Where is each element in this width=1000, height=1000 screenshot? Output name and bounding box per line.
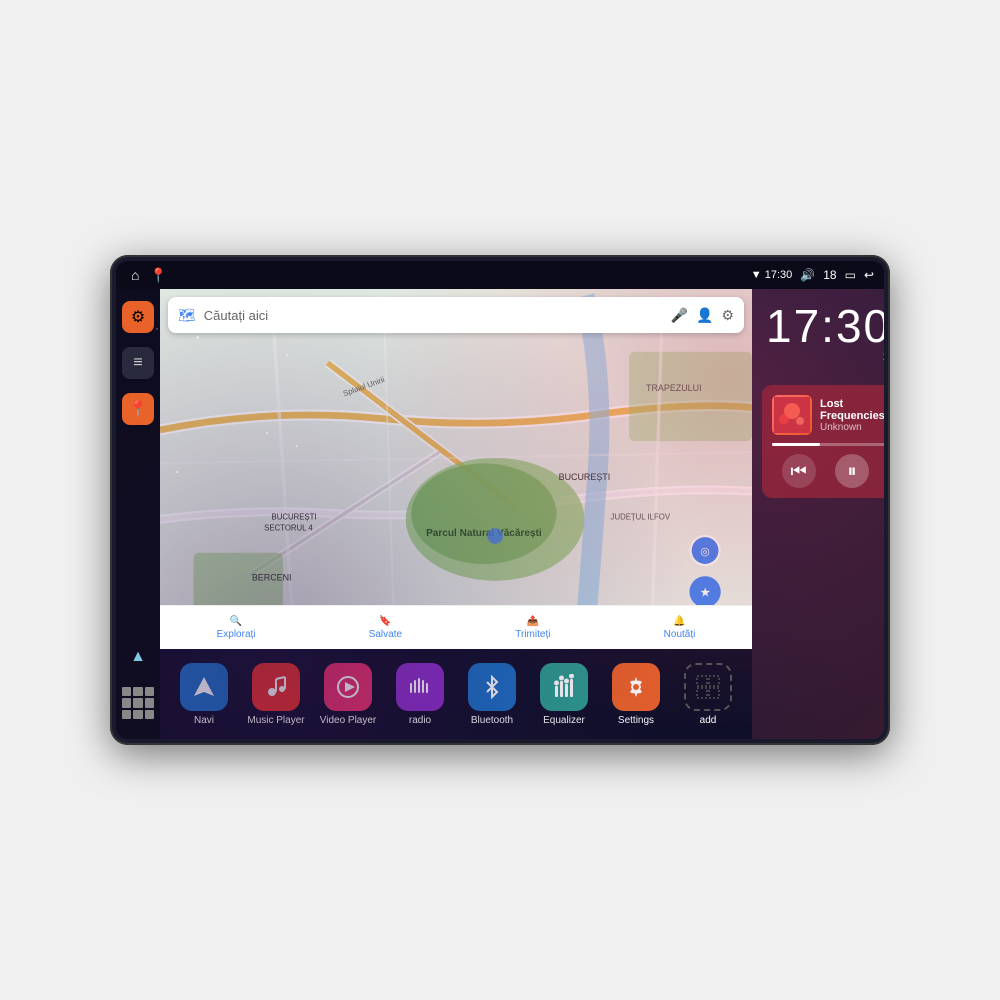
sidebar-maps-icon[interactable]: 📍 [122,393,154,425]
status-left: ⌂ 📍 [131,267,167,284]
music-thumbnail [772,395,812,435]
google-maps-icon: 🗺 [178,307,196,324]
sidebar-arrow-icon[interactable]: ▲ [122,641,154,673]
back-icon[interactable]: ↩ [864,268,874,282]
status-right: ▼ 17:30 🔊 18 ▭ ↩ [751,268,874,282]
volume-icon: 🔊 [800,268,815,282]
sidebar-files-icon[interactable]: ≡ [122,347,154,379]
map-nav-send[interactable]: 📤 Trimiteți [515,616,550,640]
sidebar-grid-button[interactable] [122,687,154,719]
pause-button[interactable]: ⏸ [835,454,869,488]
account-icon[interactable]: 👤 [696,307,713,324]
music-progress-bar[interactable] [772,443,884,446]
music-progress-fill [772,443,820,446]
map-nav-explore[interactable]: 🔍 Explorați [217,616,256,640]
music-info-text: Lost Frequencies_Janie... Unknown [820,398,884,433]
battery-icon: ▭ [845,268,856,282]
map-bottom-nav: 🔍 Explorați 🔖 Salvate 📤 Trimiteți � [160,605,752,649]
sidebar-settings-icon[interactable]: ⚙ [122,301,154,333]
car-head-unit: ⌂ 📍 ▼ 17:30 🔊 18 ▭ ↩ ⚙ ≡ 📍 ▲ [110,255,890,745]
music-info-row: Lost Frequencies_Janie... Unknown [772,395,884,435]
prev-button[interactable]: ⏮ [782,454,816,488]
map-nav-news[interactable]: 🔔 Noutăți [664,616,696,640]
clock-time: 17:30 [766,303,884,349]
settings-icon[interactable]: ⚙ [721,307,734,324]
right-panel: 17:30 2023/12/12 Tuesday [752,289,884,739]
music-title: Lost Frequencies_Janie... [820,398,884,422]
battery-level: 18 [823,268,836,282]
clock-section: 17:30 2023/12/12 Tuesday [752,289,884,385]
main-content: ⚙ ≡ 📍 ▲ [116,289,884,739]
maps-shortcut-icon[interactable]: 📍 [149,267,166,284]
music-controls: ⏮ ⏸ ⏭ [772,454,884,488]
clock-date-value: 2023/12/12 [883,351,884,363]
map-nav-saved[interactable]: 🔖 Salvate [369,616,402,640]
status-bar: ⌂ 📍 ▼ 17:30 🔊 18 ▭ ↩ [116,261,884,289]
music-widget[interactable]: Lost Frequencies_Janie... Unknown ⏮ ⏸ ⏭ [762,385,884,498]
wifi-icon: ▼ 17:30 [751,269,792,281]
sidebar: ⚙ ≡ 📍 ▲ [116,289,160,739]
screen: ⌂ 📍 ▼ 17:30 🔊 18 ▭ ↩ ⚙ ≡ 📍 ▲ [116,261,884,739]
voice-search-icon[interactable]: 🎤 [671,307,688,324]
search-placeholder[interactable]: Căutați aici [204,308,663,323]
map-search-bar[interactable]: 🗺 Căutați aici 🎤 👤 ⚙ [168,297,744,333]
music-artist: Unknown [820,422,884,433]
clock-date: 2023/12/12 Tuesday [766,351,884,375]
home-icon[interactable]: ⌂ [131,267,139,283]
